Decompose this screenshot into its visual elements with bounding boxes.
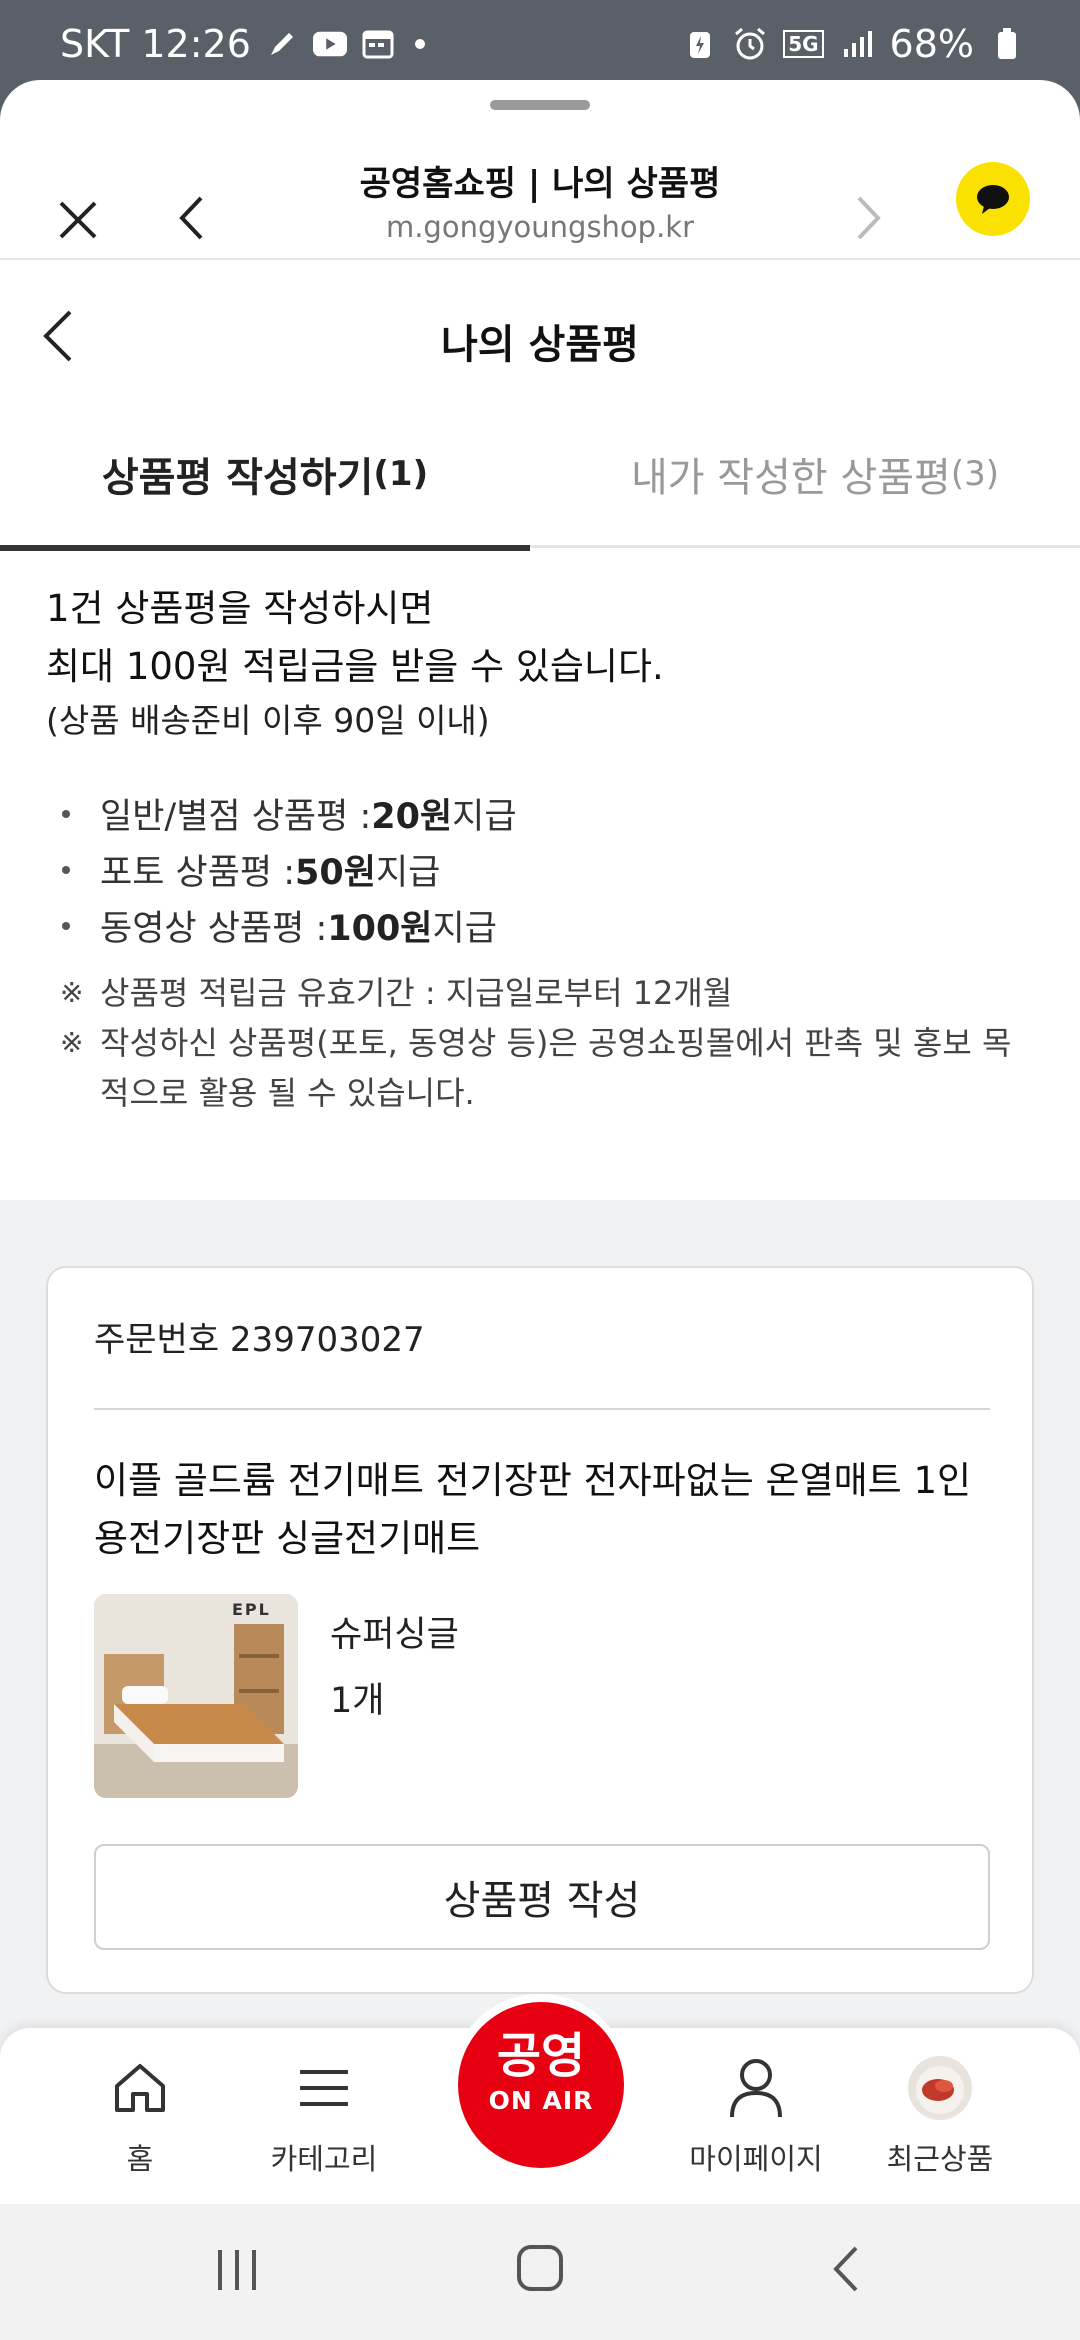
- order-card: 주문번호 239703027 이플 골드륨 전기매트 전기장판 전자파없는 온열…: [46, 1266, 1034, 1994]
- product-quantity: 1개: [330, 1681, 385, 1721]
- drag-handle[interactable]: [490, 100, 590, 110]
- tab-write-review-label: 상품평 작성하기: [101, 455, 374, 501]
- notification-dot-icon: [414, 39, 425, 49]
- page-header: 나의 상품평: [0, 260, 1080, 410]
- nav-category[interactable]: 카테고리: [234, 2048, 414, 2198]
- kakao-chat-icon[interactable]: [956, 162, 1030, 236]
- onair-button[interactable]: 공영 ON AIR: [458, 2002, 624, 2168]
- reward-info: 1건 상품평을 작성하시면 최대 100원 적립금을 받을 수 있습니다. (상…: [0, 548, 1080, 1200]
- nav-category-label: 카테고리: [270, 2142, 378, 2176]
- divider: [94, 1408, 990, 1410]
- menu-icon: [234, 2048, 414, 2128]
- bullet-photo: 포토 상품평 : 50원 지급: [62, 844, 440, 895]
- calendar-icon: [361, 27, 395, 61]
- note-usage: ※ 작성하신 상품평(포토, 동영상 등)은 공영쇼핑몰에서 판촉 및 홍보 목적…: [60, 1024, 1012, 1112]
- nav-recent-label: 최근상품: [886, 2142, 994, 2176]
- write-review-button[interactable]: 상품평 작성: [94, 1844, 990, 1950]
- browser-forward-icon[interactable]: [854, 194, 884, 242]
- battery-icon: [990, 27, 1024, 61]
- thumb-brand-logo: EPL: [232, 1600, 271, 1619]
- bullet-video: 동영상 상품평 : 100원 지급: [62, 900, 497, 951]
- browser-url: m.gongyoungshop.kr: [385, 210, 695, 244]
- nav-mypage-label: 마이페이지: [689, 2142, 823, 2176]
- bullet-general: 일반/별점 상품평 : 20원 지급: [62, 788, 517, 839]
- product-option: 슈퍼싱글: [330, 1615, 459, 1655]
- note-validity: ※ 상품평 적립금 유효기간 : 지급일로부터 12개월: [60, 974, 733, 1012]
- status-time: SKT 12:26: [60, 22, 251, 66]
- notification-pen-icon: [265, 27, 299, 61]
- nav-mypage[interactable]: 마이페이지: [666, 2048, 846, 2198]
- info-line-3: (상품 배송준비 이후 90일 이내): [46, 701, 490, 740]
- page-title: 나의 상품평: [441, 322, 639, 368]
- browser-toolbar: 공영홈쇼핑 | 나의 상품평 m.gongyoungshop.kr: [0, 130, 1080, 260]
- recent-product-thumbnail: [850, 2048, 1030, 2128]
- tab-my-reviews-count: (3): [950, 454, 999, 494]
- product-name[interactable]: 이플 골드륨 전기매트 전기장판 전자파없는 온열매트 1인용전기장판 싱글전기…: [94, 1452, 994, 1568]
- info-line-2: 최대 100원 적립금을 받을 수 있습니다.: [46, 645, 664, 688]
- tab-write-review[interactable]: 상품평 작성하기 (1): [0, 400, 530, 551]
- order-number: 주문번호 239703027: [94, 1320, 425, 1360]
- nav-recent[interactable]: 최근상품: [850, 2048, 1030, 2198]
- browser-title: 공영홈쇼핑 | 나의 상품평: [359, 164, 721, 204]
- info-line-1: 1건 상품평을 작성하시면: [46, 587, 434, 630]
- nav-home[interactable]: 홈: [50, 2048, 230, 2198]
- tab-my-reviews-label: 내가 작성한 상품평: [630, 455, 951, 501]
- home-button-icon[interactable]: [516, 2244, 564, 2296]
- product-thumbnail[interactable]: EPL: [94, 1594, 298, 1798]
- tab-write-review-count: (1): [373, 454, 429, 494]
- battery-percent: 68%: [889, 22, 974, 66]
- tab-bar: 상품평 작성하기 (1) 내가 작성한 상품평 (3): [0, 400, 1080, 551]
- youtube-icon: [312, 27, 347, 61]
- battery-saver-icon: [683, 27, 717, 61]
- tab-my-reviews[interactable]: 내가 작성한 상품평 (3): [550, 400, 1080, 548]
- in-app-browser-sheet: 공영홈쇼핑 | 나의 상품평 m.gongyoungshop.kr 나의 상품평…: [0, 80, 1080, 2204]
- system-nav-bar: [0, 2204, 1080, 2340]
- alarm-icon: [733, 27, 767, 61]
- home-icon: [50, 2048, 230, 2128]
- onair-logo-text: 공영: [496, 2028, 586, 2084]
- system-back-icon[interactable]: [830, 2244, 860, 2298]
- signal-icon: [840, 27, 874, 61]
- onair-label: ON AIR: [488, 2086, 594, 2115]
- status-bar: SKT 12:26 5G 68%: [0, 0, 1080, 80]
- recent-apps-icon[interactable]: [214, 2248, 260, 2296]
- person-icon: [666, 2048, 846, 2128]
- network-5g-icon: 5G: [783, 30, 824, 58]
- nav-home-label: 홈: [126, 2142, 154, 2176]
